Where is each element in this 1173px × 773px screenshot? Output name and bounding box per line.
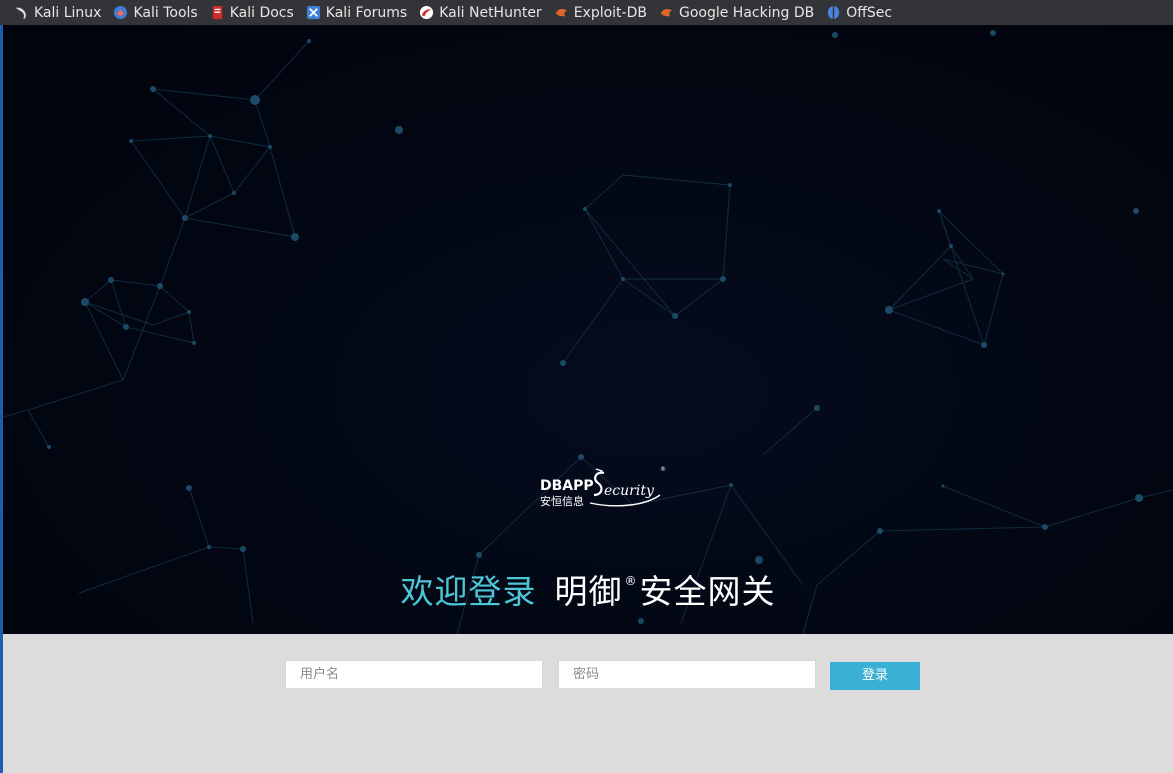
svg-text:ecurity: ecurity (604, 483, 655, 499)
bookmark-label: Kali Forums (325, 4, 408, 21)
bookmark-kali-tools[interactable]: Kali Tools (113, 4, 198, 21)
login-form: 登录 (0, 634, 1173, 773)
registered-mark: ® (624, 574, 638, 588)
kali-docs-icon (212, 5, 222, 20)
hero-banner: DBAPP ecurity 安恒信息 ® 欢迎登录 明御 ®安全网关 (3, 25, 1173, 634)
exploit-db-icon (555, 9, 567, 17)
password-input[interactable] (558, 660, 816, 689)
kali-dragon-icon (15, 7, 26, 20)
bookmark-kali-nethunter[interactable]: Kali NetHunter (419, 4, 542, 21)
bookmark-kali-forums[interactable]: Kali Forums (306, 5, 407, 21)
dbappsecurity-logo: DBAPP ecurity 安恒信息 ® (538, 465, 668, 513)
bookmark-label: Exploit-DB (573, 4, 647, 21)
ghdb-icon (660, 9, 673, 17)
bookmark-label: Kali Tools (133, 4, 198, 21)
bookmark-offsec[interactable]: OffSec (826, 5, 892, 21)
bookmark-exploit-db[interactable]: Exploit-DB (554, 5, 647, 21)
nethunter-icon (420, 5, 434, 20)
welcome-greeting: 欢迎登录 (400, 572, 537, 611)
username-input[interactable] (285, 660, 543, 689)
bookmark-label: OffSec (846, 4, 893, 21)
kali-forums-icon (306, 5, 320, 20)
bookmark-label: Kali Linux (34, 4, 102, 21)
kali-tools-icon (114, 5, 128, 20)
bookmark-label: Kali Docs (229, 4, 294, 21)
network-background-decoration (3, 30, 1173, 634)
bookmark-kali-linux[interactable]: Kali Linux (14, 5, 101, 21)
bookmark-kali-docs[interactable]: Kali Docs (210, 5, 294, 21)
bookmark-label: Google Hacking DB (678, 4, 815, 21)
svg-text:®: ® (660, 466, 666, 473)
product-name-part2: 安全网关 (639, 572, 776, 611)
offsec-icon (828, 5, 840, 20)
product-name-part1: 明御 (554, 572, 623, 611)
svg-text:安恒信息: 安恒信息 (540, 494, 584, 508)
login-button[interactable]: 登录 (830, 662, 920, 690)
welcome-title: 欢迎登录 明御 ®安全网关 (3, 565, 1173, 613)
svg-text:DBAPP: DBAPP (540, 478, 594, 494)
bookmark-label: Kali NetHunter (439, 4, 542, 21)
bookmarks-toolbar: Kali Linux Kali Tools Kali Docs Kali For… (0, 0, 1173, 25)
bookmark-google-hacking-db[interactable]: Google Hacking DB (659, 5, 814, 21)
